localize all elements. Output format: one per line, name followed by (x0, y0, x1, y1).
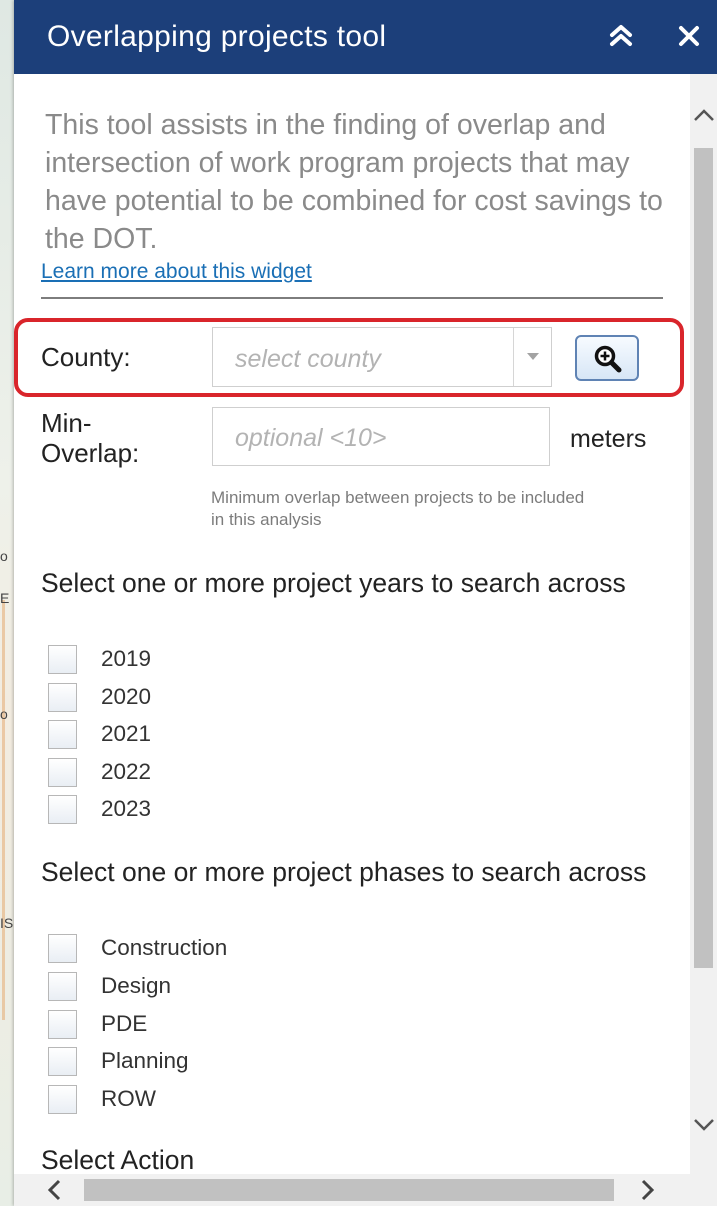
min-overlap-label: Min- Overlap: (41, 408, 201, 468)
horizontal-scroll-thumb[interactable] (84, 1179, 614, 1201)
checkbox-label: Design (101, 972, 172, 998)
min-overlap-hint: Minimum overlap between projects to be i… (211, 488, 585, 529)
checkbox[interactable] (48, 971, 77, 1001)
county-label: County: (41, 342, 131, 372)
checkbox[interactable] (48, 795, 77, 825)
checkbox[interactable] (48, 1047, 77, 1077)
checkbox[interactable] (48, 934, 77, 963)
magnifier-icon (594, 345, 622, 373)
checkbox-label: 2019 (101, 646, 152, 671)
checkbox[interactable] (48, 1085, 77, 1115)
checkbox-label: 2020 (101, 683, 152, 709)
checkbox[interactable] (48, 757, 77, 787)
min-overlap-label-line1: Min- (41, 408, 92, 438)
dropdown-toggle[interactable] (513, 328, 551, 386)
map-road (2, 600, 5, 1020)
county-search-button[interactable] (575, 335, 639, 381)
widget-titlebar[interactable]: Overlapping projects tool (14, 0, 717, 74)
map-background[interactable]: o E o IS (0, 0, 14, 1206)
checkbox[interactable] (48, 1009, 77, 1039)
checkbox[interactable] (48, 645, 77, 674)
map-label: o (0, 548, 8, 564)
close-icon[interactable] (674, 18, 704, 54)
map-label: IS (0, 915, 14, 931)
checkbox-label: PDE (101, 1010, 148, 1036)
phases-section-title: Select one or more project phases to sea… (41, 857, 647, 887)
county-select[interactable]: select county (212, 327, 552, 387)
checkbox-label: 2022 (101, 758, 152, 784)
min-overlap-placeholder: optional <10> (235, 424, 387, 452)
intro-text: This tool assists in the finding of over… (45, 109, 663, 255)
scroll-up-arrow[interactable] (690, 102, 717, 132)
map-label: E (0, 590, 10, 606)
years-section-title: Select one or more project years to sear… (41, 568, 626, 598)
double-chevron-up-icon[interactable] (606, 20, 636, 54)
vertical-scroll-thumb[interactable] (694, 148, 713, 968)
checkbox-label: 2021 (101, 721, 152, 747)
checkbox-label: ROW (101, 1086, 156, 1112)
checkbox-label: Construction (101, 935, 228, 960)
widget-title: Overlapping projects tool (47, 20, 387, 53)
widget-content: This tool assists in the finding of over… (14, 74, 690, 1174)
scrollbar-corner (690, 1174, 717, 1206)
map-label: o (0, 706, 8, 722)
meters-unit-label: meters (570, 425, 647, 453)
widget-panel: Overlapping projects tool This tool assi… (14, 0, 717, 1206)
checkbox-label: Planning (101, 1048, 189, 1074)
scroll-down-arrow[interactable] (690, 1112, 717, 1142)
scroll-right-arrow[interactable] (640, 1175, 656, 1206)
min-overlap-label-line2: Overlap: (41, 438, 140, 468)
scroll-left-arrow[interactable] (46, 1175, 62, 1206)
action-section-title: Select Action (41, 1145, 195, 1174)
checkbox[interactable] (48, 682, 77, 712)
checkbox[interactable] (48, 720, 77, 750)
vertical-scrollbar[interactable] (690, 74, 717, 1174)
chevron-down-icon (527, 353, 539, 360)
checkbox-label: 2023 (101, 796, 152, 822)
learn-more-link[interactable]: Learn more about this widget (41, 260, 312, 284)
horizontal-scrollbar[interactable] (14, 1174, 690, 1206)
divider (41, 297, 663, 299)
county-placeholder: select county (235, 345, 381, 373)
min-overlap-input[interactable]: optional <10> (212, 407, 550, 466)
